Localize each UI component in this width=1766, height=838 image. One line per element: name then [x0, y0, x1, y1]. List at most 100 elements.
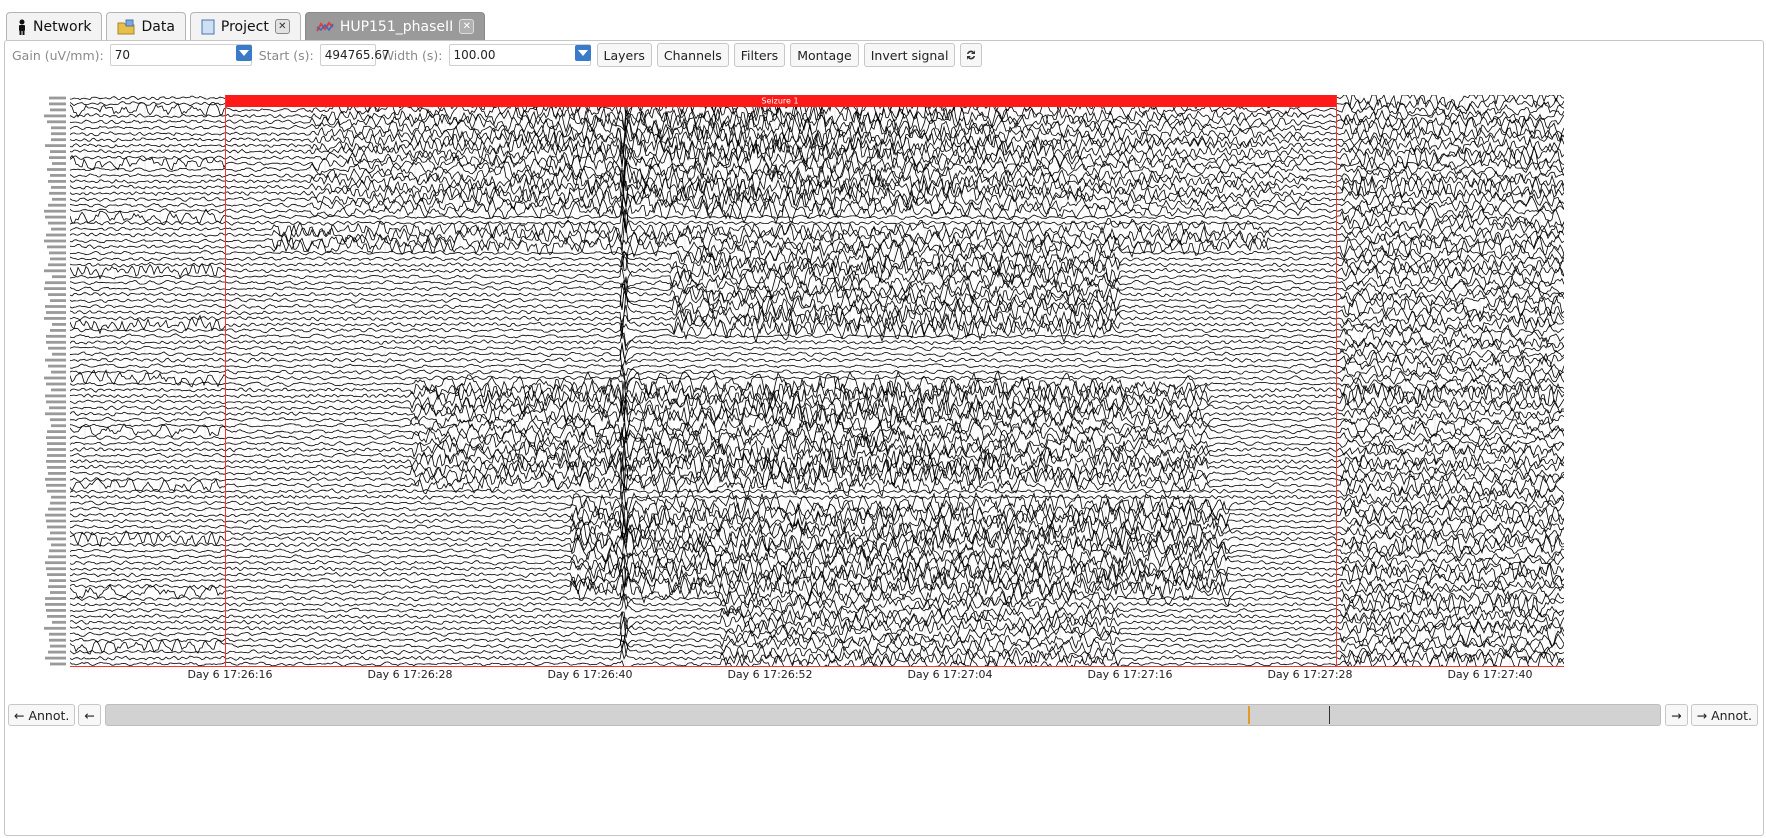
dropdown-arrow-icon[interactable] [574, 45, 591, 61]
width-combo[interactable]: 100.00 [448, 44, 591, 66]
eeg-channel-trace [70, 617, 1564, 649]
channel-label [45, 412, 66, 416]
channel-label [45, 656, 66, 660]
close-icon[interactable]: ✕ [459, 19, 475, 34]
eeg-channel-trace [70, 351, 1564, 386]
channel-label [49, 632, 66, 636]
eeg-channel-trace [70, 589, 1564, 618]
eeg-channel-trace [70, 523, 1564, 556]
next-annotation-button[interactable]: → Annot. [1690, 704, 1758, 726]
channel-label [51, 543, 66, 547]
gain-combo[interactable]: 70 [109, 44, 252, 66]
tab-data[interactable]: Data [106, 12, 186, 40]
prev-annotation-button[interactable]: ← Annot. [8, 704, 76, 726]
filters-button[interactable]: Filters [733, 43, 786, 67]
dropdown-arrow-icon[interactable] [235, 45, 252, 61]
channel-label [47, 489, 66, 493]
channel-label [44, 287, 66, 290]
channel-label [48, 346, 66, 350]
current-position-marker[interactable] [1247, 706, 1250, 724]
channel-label [45, 603, 66, 606]
channel-label [51, 424, 66, 428]
channel-label [44, 209, 66, 213]
channel-label [44, 239, 66, 243]
eeg-channel-trace [70, 251, 1564, 280]
channel-label [44, 114, 66, 118]
next-page-button[interactable]: → [1665, 704, 1688, 726]
eeg-channel-trace [70, 547, 1564, 588]
signal-icon [315, 20, 334, 34]
channel-label [49, 406, 66, 410]
channel-label [48, 585, 66, 588]
channel-label [46, 567, 66, 571]
channel-label [45, 144, 66, 147]
channel-label [46, 609, 66, 612]
channel-label [46, 334, 66, 338]
time-label: Day 6 17:26:52 [727, 668, 813, 681]
channel-label [51, 370, 66, 374]
swap-arrows-button[interactable] [960, 43, 983, 67]
channel-label [48, 221, 66, 225]
tab-project-label: Project [220, 18, 269, 35]
prev-page-button[interactable]: ← [78, 704, 101, 726]
channel-label [50, 108, 66, 112]
time-label: Day 6 17:27:16 [1087, 668, 1173, 681]
gain-value: 70 [114, 48, 130, 62]
channel-label [52, 275, 66, 279]
time-label: Day 6 17:26:40 [547, 668, 633, 681]
tab-network[interactable]: Network [6, 12, 103, 40]
eeg-trace-area[interactable]: Seizure 1 [70, 95, 1564, 667]
start-input[interactable]: 494765.67 [319, 44, 390, 66]
channel-label [50, 257, 66, 261]
montage-button[interactable]: Montage [790, 43, 859, 67]
eeg-channel-trace [70, 447, 1564, 489]
channel-label [50, 662, 66, 666]
close-icon[interactable]: ✕ [274, 19, 290, 34]
toolbar: Gain (uV/mm): 70 Start (s): 494765.67 Wi… [12, 42, 987, 68]
tab-project[interactable]: Project ✕ [189, 12, 301, 40]
channel-label [45, 561, 66, 565]
swap-arrows-icon [965, 49, 977, 61]
annotation-tick [1328, 706, 1330, 724]
channel-label [50, 299, 66, 302]
channels-button[interactable]: Channels [656, 43, 729, 67]
timeline-scrollbar[interactable] [104, 704, 1662, 726]
eeg-channel-trace [70, 560, 1564, 590]
channel-label [46, 483, 66, 487]
start-value: 494765.67 [324, 48, 390, 62]
eeg-channel-trace [70, 569, 1564, 603]
channel-label [45, 358, 66, 362]
channel-label [46, 460, 66, 463]
channel-label [48, 650, 66, 654]
person-icon [17, 19, 27, 35]
layers-button[interactable]: Layers [596, 43, 652, 67]
channel-label [44, 626, 66, 630]
eeg-channel-trace [70, 256, 1564, 293]
eeg-channel-trace [70, 536, 1564, 565]
channel-label [48, 180, 66, 183]
channel-label [46, 311, 66, 314]
time-axis: Day 6 17:26:16 Day 6 17:26:28 Day 6 17:2… [70, 668, 1564, 684]
tab-hup151[interactable]: HUP151_phaseII ✕ [304, 12, 486, 40]
channel-label [51, 138, 66, 142]
channel-label [47, 615, 66, 618]
eeg-channel-trace [70, 500, 1564, 536]
channel-label [49, 638, 66, 642]
channel-label [44, 269, 66, 273]
channel-label [48, 507, 66, 511]
channel-label [47, 442, 66, 445]
channel-label [48, 472, 66, 475]
channel-label [44, 317, 66, 320]
channel-label [48, 364, 66, 368]
eeg-channel-trace [70, 276, 1564, 311]
channel-label [47, 430, 66, 433]
time-label: Day 6 17:26:28 [367, 668, 453, 681]
channel-label [45, 597, 66, 600]
channel-label [49, 579, 66, 582]
folder-icon [117, 19, 135, 35]
invert-signal-button[interactable]: Invert signal [863, 43, 956, 67]
seizure-annotation-label: Seizure 1 [761, 97, 798, 106]
time-label: Day 6 17:26:16 [187, 668, 273, 681]
channel-label [48, 555, 66, 559]
channel-label [47, 245, 66, 249]
